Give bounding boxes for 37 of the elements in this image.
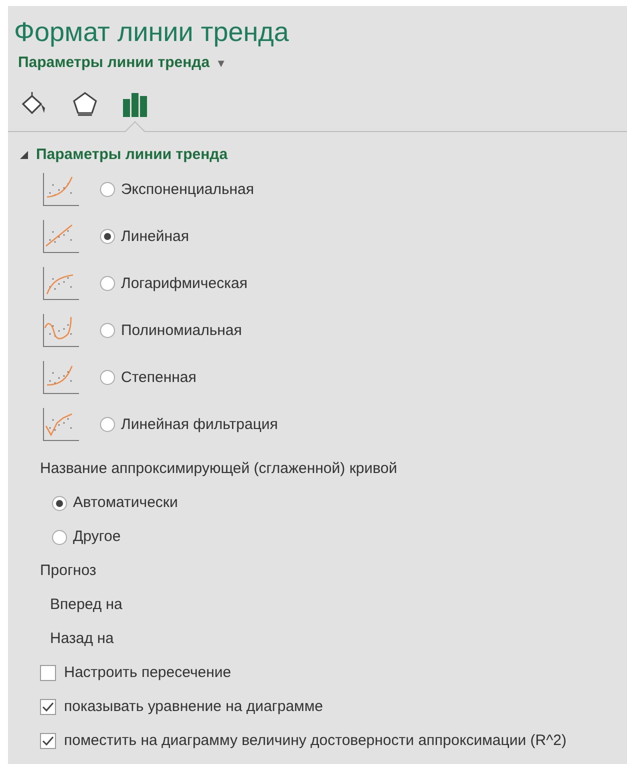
trendline-chart-icon — [42, 220, 80, 254]
group-label: Прогноз — [40, 561, 96, 582]
checkbox-label: показывать уравнение на диаграмме — [64, 697, 324, 718]
field-label: Вперед на — [50, 595, 122, 616]
checkbox-label: поместить на диаграмму величину достоверности аппроксимации (R^2) — [64, 731, 566, 752]
radio-button[interactable] — [100, 182, 115, 198]
group-label: Название аппроксимирующей (сглаженной) кривой — [40, 459, 398, 480]
field-label: Назад на — [50, 629, 114, 650]
option-label: Другое — [73, 527, 121, 548]
radio-button[interactable] — [100, 276, 115, 292]
option-label: Линейная фильтрация — [121, 414, 278, 435]
checkbox[interactable] — [40, 733, 56, 750]
section-title[interactable]: Параметры линии тренда — [36, 144, 228, 166]
caret-icon[interactable]: ▼ — [216, 58, 226, 70]
option-label: Автоматически — [73, 493, 178, 514]
option-label: Линейная — [121, 226, 189, 247]
collapse-triangle-icon[interactable] — [20, 151, 28, 160]
radio-button[interactable] — [100, 323, 115, 338]
options-dropdown[interactable]: Параметры линии тренда — [18, 54, 210, 72]
checkbox-label: Настроить пересечение — [64, 663, 232, 684]
trendline-chart-icon — [42, 360, 80, 395]
option-label: Полиномиальная — [121, 320, 242, 341]
option-label: Экспоненциальная — [121, 180, 254, 200]
radio-button[interactable] — [52, 496, 67, 511]
radio-button[interactable] — [100, 417, 115, 432]
trendline-chart-icon — [42, 266, 80, 301]
trendline-chart-icon — [42, 172, 80, 207]
checkbox[interactable] — [40, 665, 56, 682]
pane-title: Формат линии тренда — [13, 16, 290, 48]
radio-button[interactable] — [52, 530, 67, 545]
radio-button[interactable] — [100, 370, 115, 386]
option-label: Логарифмическая — [121, 274, 248, 294]
trendline-chart-icon — [42, 408, 80, 442]
option-label: Степенная — [121, 368, 196, 388]
trendline-chart-icon — [42, 314, 80, 348]
checkbox[interactable] — [40, 699, 56, 716]
radio-button[interactable] — [100, 229, 115, 244]
